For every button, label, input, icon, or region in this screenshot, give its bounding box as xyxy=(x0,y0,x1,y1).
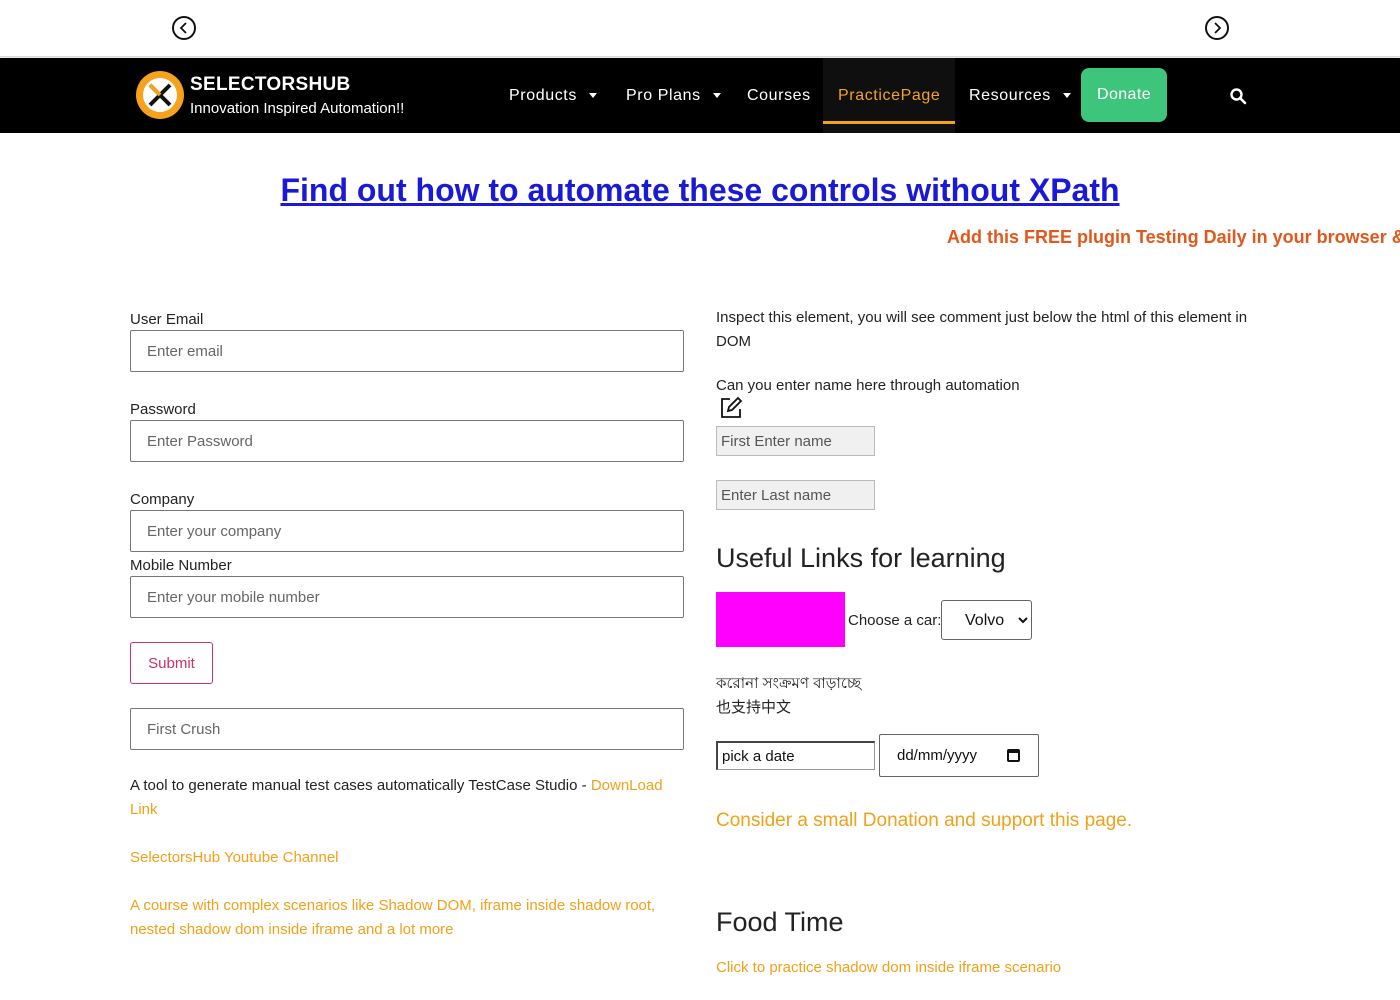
nav-products-label: Products xyxy=(509,86,577,104)
calendar-icon[interactable] xyxy=(1007,749,1020,762)
shadow-dom-link[interactable]: Click to practice shadow dom inside ifra… xyxy=(716,959,1061,976)
first-crush-field[interactable] xyxy=(130,708,684,750)
tool-text: A tool to generate manual test cases aut… xyxy=(130,777,591,794)
nav-pro-plans[interactable]: Pro Plans xyxy=(626,58,721,133)
mobile-field[interactable] xyxy=(130,576,684,618)
donation-link[interactable]: Consider a small Donation and support th… xyxy=(716,810,1132,831)
password-field[interactable] xyxy=(130,420,684,462)
top-bar xyxy=(0,0,1400,57)
automation-text: Can you enter name here through automati… xyxy=(716,377,1020,394)
pick-date-field[interactable] xyxy=(716,741,875,770)
donate-button[interactable]: Donate xyxy=(1081,68,1167,122)
nav-resources[interactable]: Resources xyxy=(969,58,1071,133)
course-paragraph: A course with complex scenarios like Sha… xyxy=(130,894,690,942)
tool-paragraph: A tool to generate manual test cases aut… xyxy=(130,774,690,822)
chevron-right-circle-icon[interactable] xyxy=(1205,16,1229,40)
marquee-text[interactable]: Add this FREE plugin Testing Daily in yo… xyxy=(947,227,1400,248)
last-name-field[interactable] xyxy=(716,480,875,510)
course-link[interactable]: A course with complex scenarios like Sha… xyxy=(130,897,655,938)
shadow-paragraph: Click to practice shadow dom inside ifra… xyxy=(716,956,1061,980)
headline: Find out how to automate these controls … xyxy=(0,172,1400,209)
logo-x-icon xyxy=(148,83,172,107)
nav-products[interactable]: Products xyxy=(509,58,597,133)
nav-pro-plans-label: Pro Plans xyxy=(626,86,701,104)
useful-links-heading: Useful Links for learning xyxy=(716,543,1006,573)
company-field[interactable] xyxy=(130,510,684,552)
inspect-text: Inspect this element, you will see comme… xyxy=(716,309,1248,350)
caret-down-icon xyxy=(712,93,721,98)
headline-link[interactable]: Find out how to automate these controls … xyxy=(280,172,1119,208)
search-icon[interactable] xyxy=(1229,87,1247,105)
car-select[interactable]: Volvo xyxy=(941,600,1032,640)
chevron-left-circle-icon[interactable] xyxy=(172,16,196,40)
nav-resources-label: Resources xyxy=(969,86,1051,104)
selectorshub-logo[interactable] xyxy=(136,71,184,119)
submit-button[interactable]: Submit xyxy=(130,642,213,684)
edit-icon[interactable] xyxy=(718,395,744,421)
caret-down-icon xyxy=(588,93,597,98)
date-placeholder: dd/mm/yyyy xyxy=(897,747,978,764)
mobile-label: Mobile Number xyxy=(130,557,232,574)
food-time-heading: Food Time xyxy=(716,907,844,937)
chinese-text: 也支持中文 xyxy=(716,699,792,716)
donation-paragraph: Consider a small Donation and support th… xyxy=(716,810,1132,832)
youtube-paragraph: SelectorsHub Youtube Channel xyxy=(130,846,339,870)
first-name-field[interactable] xyxy=(716,426,875,456)
email-field[interactable] xyxy=(130,330,684,372)
main-navbar: SELECTORSHUB Innovation Inspired Automat… xyxy=(0,58,1400,133)
nav-courses-label: Courses xyxy=(747,86,811,104)
youtube-link[interactable]: SelectorsHub Youtube Channel xyxy=(130,849,339,866)
car-label: Choose a car: xyxy=(848,612,942,629)
brand-name: SELECTORSHUB xyxy=(190,74,351,95)
company-label: Company xyxy=(130,491,195,508)
brand-tagline: Innovation Inspired Automation!! xyxy=(190,100,405,117)
email-label: User Email xyxy=(130,311,204,328)
bengali-text: করোনা সংক্রমণ বাড়াচ্ছে xyxy=(716,675,862,692)
caret-down-icon xyxy=(1062,93,1071,98)
nav-practice-page-label: PracticePage xyxy=(838,86,941,104)
password-label: Password xyxy=(130,401,196,418)
nav-courses[interactable]: Courses xyxy=(747,58,811,133)
nav-practice-page[interactable]: PracticePage xyxy=(823,58,956,133)
magenta-box xyxy=(716,592,845,647)
date-picker[interactable]: dd/mm/yyyy xyxy=(879,734,1039,777)
